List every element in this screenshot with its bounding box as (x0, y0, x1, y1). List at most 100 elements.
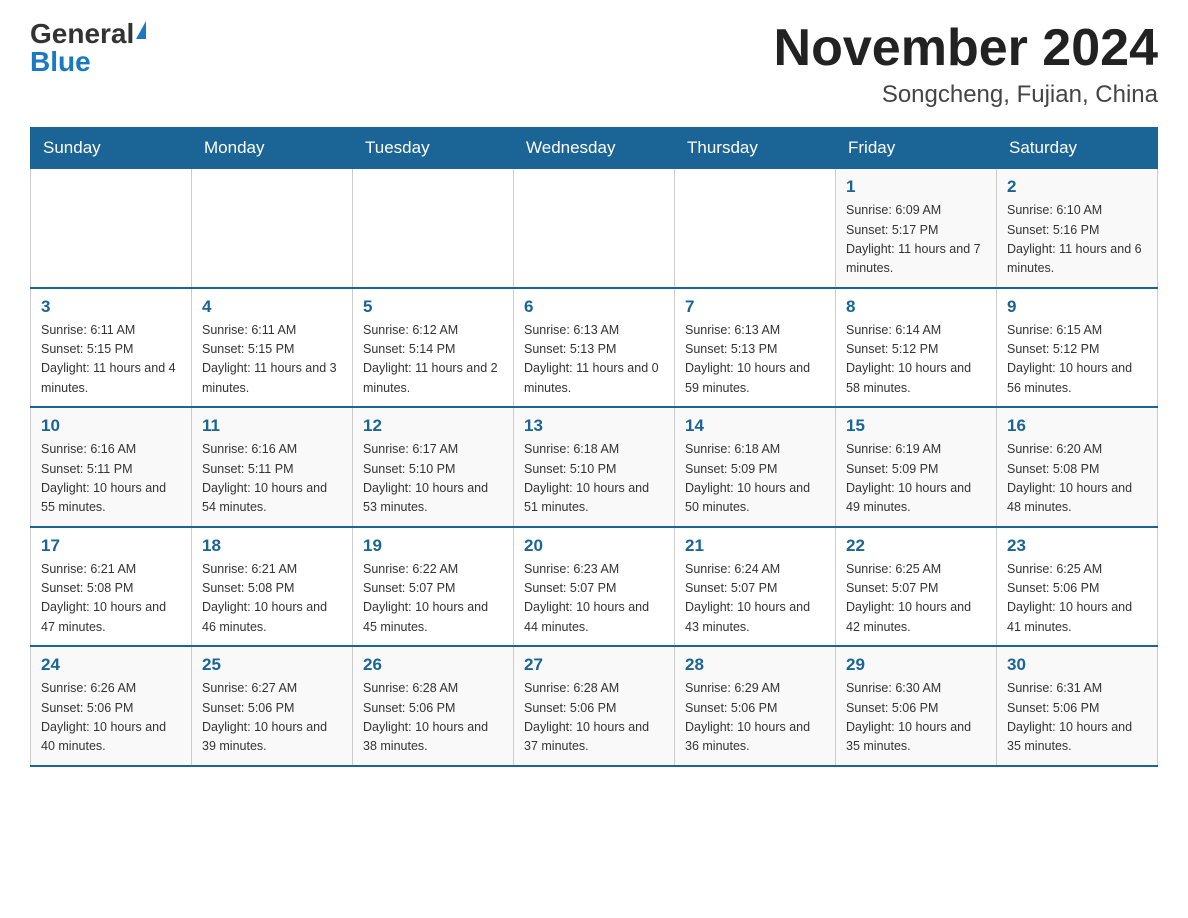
day-info: Sunrise: 6:10 AMSunset: 5:16 PMDaylight:… (1007, 201, 1147, 279)
calendar-cell: 14 Sunrise: 6:18 AMSunset: 5:09 PMDayligh… (675, 407, 836, 527)
day-info: Sunrise: 6:11 AMSunset: 5:15 PMDaylight:… (202, 321, 342, 399)
calendar-cell: 8 Sunrise: 6:14 AMSunset: 5:12 PMDaylight… (836, 288, 997, 408)
day-info: Sunrise: 6:16 AMSunset: 5:11 PMDaylight:… (202, 440, 342, 518)
calendar-cell: 13Sunrise: 6:18 AMSunset: 5:10 PMDayligh… (514, 407, 675, 527)
calendar-cell: 9 Sunrise: 6:15 AMSunset: 5:12 PMDaylight… (997, 288, 1158, 408)
day-number: 27 (524, 655, 664, 675)
day-info: Sunrise: 6:30 AMSunset: 5:06 PMDaylight:… (846, 679, 986, 757)
day-info: Sunrise: 6:29 AMSunset: 5:06 PMDaylight:… (685, 679, 825, 757)
day-info: Sunrise: 6:27 AMSunset: 5:06 PMDaylight:… (202, 679, 342, 757)
day-info: Sunrise: 6:28 AMSunset: 5:06 PMDaylight:… (363, 679, 503, 757)
calendar-cell: 24 Sunrise: 6:26 AMSunset: 5:06 PMDayligh… (31, 646, 192, 766)
day-info: Sunrise: 6:18 AMSunset: 5:09 PMDaylight:… (685, 440, 825, 518)
title-block: November 2024 Songcheng, Fujian, China (774, 20, 1158, 109)
day-number: 11 (202, 416, 342, 436)
weekday-header-saturday: Saturday (997, 128, 1158, 169)
calendar-cell: 2 Sunrise: 6:10 AMSunset: 5:16 PMDaylight… (997, 169, 1158, 288)
calendar-cell: 22 Sunrise: 6:25 AMSunset: 5:07 PMDayligh… (836, 527, 997, 647)
calendar-cell: 26 Sunrise: 6:28 AMSunset: 5:06 PMDayligh… (353, 646, 514, 766)
day-info: Sunrise: 6:15 AMSunset: 5:12 PMDaylight:… (1007, 321, 1147, 399)
day-info: Sunrise: 6:20 AMSunset: 5:08 PMDaylight:… (1007, 440, 1147, 518)
day-number: 1 (846, 177, 986, 197)
day-info: Sunrise: 6:11 AMSunset: 5:15 PMDaylight:… (41, 321, 181, 399)
day-number: 16 (1007, 416, 1147, 436)
day-number: 12 (363, 416, 503, 436)
day-info: Sunrise: 6:22 AMSunset: 5:07 PMDaylight:… (363, 560, 503, 638)
weekday-header-thursday: Thursday (675, 128, 836, 169)
calendar-cell: 6 Sunrise: 6:13 AMSunset: 5:13 PMDaylight… (514, 288, 675, 408)
weekday-header-monday: Monday (192, 128, 353, 169)
day-number: 15 (846, 416, 986, 436)
day-number: 3 (41, 297, 181, 317)
calendar-cell: 30Sunrise: 6:31 AMSunset: 5:06 PMDayligh… (997, 646, 1158, 766)
day-number: 28 (685, 655, 825, 675)
day-info: Sunrise: 6:21 AMSunset: 5:08 PMDaylight:… (202, 560, 342, 638)
calendar-cell: 28 Sunrise: 6:29 AMSunset: 5:06 PMDayligh… (675, 646, 836, 766)
day-number: 20 (524, 536, 664, 556)
day-info: Sunrise: 6:19 AMSunset: 5:09 PMDaylight:… (846, 440, 986, 518)
calendar-cell (514, 169, 675, 288)
day-number: 7 (685, 297, 825, 317)
day-info: Sunrise: 6:28 AMSunset: 5:06 PMDaylight:… (524, 679, 664, 757)
calendar-cell: 27 Sunrise: 6:28 AMSunset: 5:06 PMDayligh… (514, 646, 675, 766)
day-number: 25 (202, 655, 342, 675)
day-info: Sunrise: 6:25 AMSunset: 5:06 PMDaylight:… (1007, 560, 1147, 638)
calendar-table: SundayMondayTuesdayWednesdayThursdayFrid… (30, 127, 1158, 767)
calendar-cell (31, 169, 192, 288)
calendar-body: 1 Sunrise: 6:09 AMSunset: 5:17 PMDaylight… (31, 169, 1158, 766)
header: General Blue November 2024 Songcheng, Fu… (30, 20, 1158, 109)
calendar-cell: 20 Sunrise: 6:23 AMSunset: 5:07 PMDayligh… (514, 527, 675, 647)
day-info: Sunrise: 6:13 AMSunset: 5:13 PMDaylight:… (524, 321, 664, 399)
day-info: Sunrise: 6:16 AMSunset: 5:11 PMDaylight:… (41, 440, 181, 518)
calendar-cell (353, 169, 514, 288)
logo-blue-text: Blue (30, 48, 91, 76)
location-title: Songcheng, Fujian, China (774, 81, 1158, 109)
day-info: Sunrise: 6:13 AMSunset: 5:13 PMDaylight:… (685, 321, 825, 399)
day-info: Sunrise: 6:23 AMSunset: 5:07 PMDaylight:… (524, 560, 664, 638)
calendar-cell: 15 Sunrise: 6:19 AMSunset: 5:09 PMDayligh… (836, 407, 997, 527)
day-info: Sunrise: 6:09 AMSunset: 5:17 PMDaylight:… (846, 201, 986, 279)
day-number: 17 (41, 536, 181, 556)
day-number: 9 (1007, 297, 1147, 317)
calendar-cell: 25 Sunrise: 6:27 AMSunset: 5:06 PMDayligh… (192, 646, 353, 766)
day-number: 22 (846, 536, 986, 556)
calendar-cell: 10 Sunrise: 6:16 AMSunset: 5:11 PMDayligh… (31, 407, 192, 527)
calendar-week-3: 10 Sunrise: 6:16 AMSunset: 5:11 PMDayligh… (31, 407, 1158, 527)
calendar-cell: 7 Sunrise: 6:13 AMSunset: 5:13 PMDaylight… (675, 288, 836, 408)
logo-general-text: General (30, 20, 134, 48)
calendar-cell: 29 Sunrise: 6:30 AMSunset: 5:06 PMDayligh… (836, 646, 997, 766)
day-number: 6 (524, 297, 664, 317)
day-info: Sunrise: 6:24 AMSunset: 5:07 PMDaylight:… (685, 560, 825, 638)
day-info: Sunrise: 6:21 AMSunset: 5:08 PMDaylight:… (41, 560, 181, 638)
calendar-week-1: 1 Sunrise: 6:09 AMSunset: 5:17 PMDaylight… (31, 169, 1158, 288)
calendar-cell: 21Sunrise: 6:24 AMSunset: 5:07 PMDayligh… (675, 527, 836, 647)
day-info: Sunrise: 6:26 AMSunset: 5:06 PMDaylight:… (41, 679, 181, 757)
day-number: 5 (363, 297, 503, 317)
calendar-cell (675, 169, 836, 288)
calendar-week-4: 17 Sunrise: 6:21 AMSunset: 5:08 PMDayligh… (31, 527, 1158, 647)
calendar-header: SundayMondayTuesdayWednesdayThursdayFrid… (31, 128, 1158, 169)
logo: General Blue (30, 20, 146, 76)
calendar-week-2: 3 Sunrise: 6:11 AMSunset: 5:15 PMDaylight… (31, 288, 1158, 408)
day-info: Sunrise: 6:31 AMSunset: 5:06 PMDaylight:… (1007, 679, 1147, 757)
weekday-header-sunday: Sunday (31, 128, 192, 169)
calendar-cell: 11 Sunrise: 6:16 AMSunset: 5:11 PMDayligh… (192, 407, 353, 527)
calendar-cell: 1 Sunrise: 6:09 AMSunset: 5:17 PMDaylight… (836, 169, 997, 288)
day-number: 14 (685, 416, 825, 436)
calendar-cell: 3 Sunrise: 6:11 AMSunset: 5:15 PMDaylight… (31, 288, 192, 408)
day-number: 23 (1007, 536, 1147, 556)
day-number: 24 (41, 655, 181, 675)
day-info: Sunrise: 6:14 AMSunset: 5:12 PMDaylight:… (846, 321, 986, 399)
day-info: Sunrise: 6:12 AMSunset: 5:14 PMDaylight:… (363, 321, 503, 399)
calendar-cell: 23 Sunrise: 6:25 AMSunset: 5:06 PMDayligh… (997, 527, 1158, 647)
calendar-cell: 5 Sunrise: 6:12 AMSunset: 5:14 PMDaylight… (353, 288, 514, 408)
day-number: 26 (363, 655, 503, 675)
day-info: Sunrise: 6:17 AMSunset: 5:10 PMDaylight:… (363, 440, 503, 518)
day-info: Sunrise: 6:25 AMSunset: 5:07 PMDaylight:… (846, 560, 986, 638)
day-number: 29 (846, 655, 986, 675)
day-number: 10 (41, 416, 181, 436)
day-number: 13 (524, 416, 664, 436)
day-number: 8 (846, 297, 986, 317)
day-number: 18 (202, 536, 342, 556)
day-number: 2 (1007, 177, 1147, 197)
